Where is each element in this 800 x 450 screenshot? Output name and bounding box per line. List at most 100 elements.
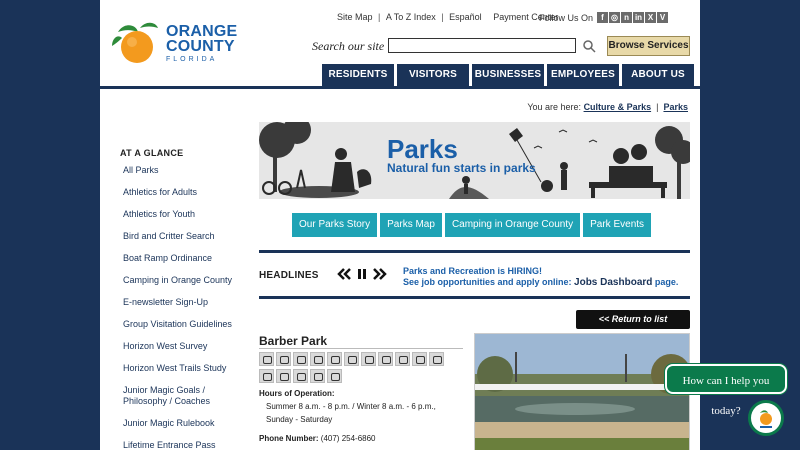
soccer-icon: [378, 352, 393, 366]
banner-subtitle: Natural fun starts in parks: [387, 161, 536, 175]
sidebar-item[interactable]: Horizon West Survey: [123, 341, 238, 352]
heart-icon: [327, 352, 342, 366]
previous-icon[interactable]: [337, 268, 351, 280]
hours-line1: Summer 8 a.m. - 8 p.m. / Winter 8 a.m. -…: [266, 402, 436, 411]
chat-prompt-bubble[interactable]: How can I help you today?: [665, 364, 787, 417]
dog-icon: [361, 352, 376, 366]
breadcrumb-prefix: You are here:: [527, 102, 582, 112]
logo-line-florida: FLORIDA: [166, 56, 218, 63]
sidebar-item[interactable]: Boat Ramp Ordinance: [123, 253, 238, 264]
return-to-list-button[interactable]: << Return to list: [576, 310, 690, 329]
follow-us: Follow Us On f ◎ n in X V: [539, 12, 669, 23]
orange-county-logo[interactable]: ORANGE COUNTY FLORIDA: [110, 20, 238, 66]
playground-icon: [344, 352, 359, 366]
sidebar-list: All Parks Athletics for Adults Athletics…: [123, 165, 238, 450]
bench-icon: [276, 352, 291, 366]
sidebar-item[interactable]: Group Visitation Guidelines: [123, 319, 238, 330]
restroom-icon: [259, 369, 274, 383]
a-to-z-link[interactable]: A To Z Index: [386, 12, 436, 22]
sidebar-item[interactable]: Junior Magic Goals / Philosophy / Coache…: [123, 385, 238, 407]
social-icons: f ◎ n in X V: [596, 12, 669, 23]
main-nav: RESIDENTS VISITORS BUSINESSES EMPLOYEES …: [322, 64, 694, 86]
x-icon[interactable]: X: [645, 12, 657, 23]
header-divider: [100, 86, 700, 89]
park-name: Barber Park: [259, 334, 328, 348]
headlines-bottom-rule: [259, 296, 690, 299]
site-map-link[interactable]: Site Map: [337, 12, 373, 22]
fishing-icon: [310, 352, 325, 366]
sidebar-item[interactable]: Lifetime Entrance Pass: [123, 440, 238, 450]
park-photo-art: [475, 334, 689, 450]
leaf-icon: [395, 352, 410, 366]
utility-separator: |: [378, 12, 381, 22]
water-icon: [310, 369, 325, 383]
breadcrumb-parks[interactable]: Parks: [663, 102, 688, 112]
breadcrumb-culture-parks[interactable]: Culture & Parks: [584, 102, 652, 112]
skate-icon: [276, 369, 291, 383]
breadcrumb-separator: |: [653, 102, 661, 112]
sidebar-item[interactable]: Athletics for Youth: [123, 209, 238, 220]
next-icon[interactable]: [373, 268, 387, 280]
headlines-top-rule: [259, 250, 690, 253]
instagram-icon[interactable]: ◎: [609, 12, 621, 23]
nav-residents[interactable]: RESIDENTS: [322, 64, 394, 86]
search-input[interactable]: [388, 38, 576, 53]
baseball-icon: [259, 352, 274, 366]
sidebar-item[interactable]: Athletics for Adults: [123, 187, 238, 198]
headline-line1: Parks and Recreation is HIRING!: [403, 266, 543, 276]
hours-line2: Sunday - Saturday: [266, 415, 333, 424]
logo-line-county: COUNTY: [166, 38, 235, 55]
volleyball-icon: [293, 369, 308, 383]
vimeo-icon[interactable]: V: [657, 12, 669, 23]
park-photo: [474, 333, 690, 450]
park-events-button[interactable]: Park Events: [583, 213, 652, 237]
nav-businesses[interactable]: BUSINESSES: [472, 64, 544, 86]
search-icon[interactable]: [582, 39, 596, 53]
espanol-link[interactable]: Español: [449, 12, 482, 22]
parks-banner: Parks Natural fun starts in parks: [259, 122, 690, 199]
nav-about-us[interactable]: ABOUT US: [622, 64, 694, 86]
facebook-icon[interactable]: f: [597, 12, 609, 23]
sidebar-item[interactable]: Camping in Orange County: [123, 275, 238, 286]
headline-controls: [337, 268, 393, 280]
sidebar-item[interactable]: Horizon West Trails Study: [123, 363, 238, 374]
sidebar-item[interactable]: Bird and Critter Search: [123, 231, 238, 242]
orange-fruit-icon: [112, 22, 158, 63]
utility-separator: |: [441, 12, 444, 22]
nextdoor-icon[interactable]: n: [621, 12, 633, 23]
site-header: ORANGE COUNTY FLORIDA Site Map | A To Z …: [100, 0, 700, 86]
parks-map-button[interactable]: Parks Map: [380, 213, 442, 237]
linkedin-icon[interactable]: in: [633, 12, 645, 23]
dog-bone-icon: [293, 352, 308, 366]
utility-links: Site Map | A To Z Index | Español Paymen…: [336, 12, 559, 22]
sidebar-item[interactable]: All Parks: [123, 165, 238, 176]
camping-button[interactable]: Camping in Orange County: [444, 213, 581, 237]
grill-icon: [327, 369, 342, 383]
follow-us-label: Follow Us On: [539, 12, 594, 23]
browse-services-button[interactable]: Browse Services: [607, 36, 690, 56]
pause-icon[interactable]: [357, 268, 367, 280]
amenity-icons: [259, 352, 449, 386]
breadcrumb: You are here: Culture & Parks | Parks: [527, 102, 688, 112]
sidebar-item[interactable]: E-newsletter Sign-Up: [123, 297, 238, 308]
picnic-table-icon: [412, 352, 427, 366]
hours-label: Hours of Operation:: [259, 389, 335, 398]
headline-line2-suffix: page.: [654, 277, 679, 287]
nav-employees[interactable]: EMPLOYEES: [547, 64, 619, 86]
headline-line2-prefix: See job opportunities and apply online:: [403, 277, 572, 287]
sidebar-heading: AT A GLANCE: [120, 148, 184, 158]
headline-item[interactable]: Parks and Recreation is HIRING! See job …: [403, 266, 678, 288]
search-label: Search our site: [312, 39, 385, 53]
page: ORANGE COUNTY FLORIDA Site Map | A To Z …: [100, 0, 700, 450]
phone-number[interactable]: (407) 254-6860: [321, 434, 376, 443]
nav-visitors[interactable]: VISITORS: [397, 64, 469, 86]
quick-links: Our Parks Story Parks Map Camping in Ora…: [292, 213, 652, 237]
our-parks-story-button[interactable]: Our Parks Story: [292, 213, 378, 237]
orange-county-chat-logo-icon: [760, 410, 772, 428]
logo-line-orange: ORANGE: [166, 23, 238, 40]
logo-wordmark: ORANGE COUNTY FLORIDA: [166, 23, 238, 64]
chat-avatar-icon[interactable]: [748, 400, 784, 436]
jobs-dashboard-link[interactable]: Jobs Dashboard: [574, 277, 652, 288]
shelter-icon: [429, 352, 444, 366]
sidebar-item[interactable]: Junior Magic Rulebook: [123, 418, 238, 429]
